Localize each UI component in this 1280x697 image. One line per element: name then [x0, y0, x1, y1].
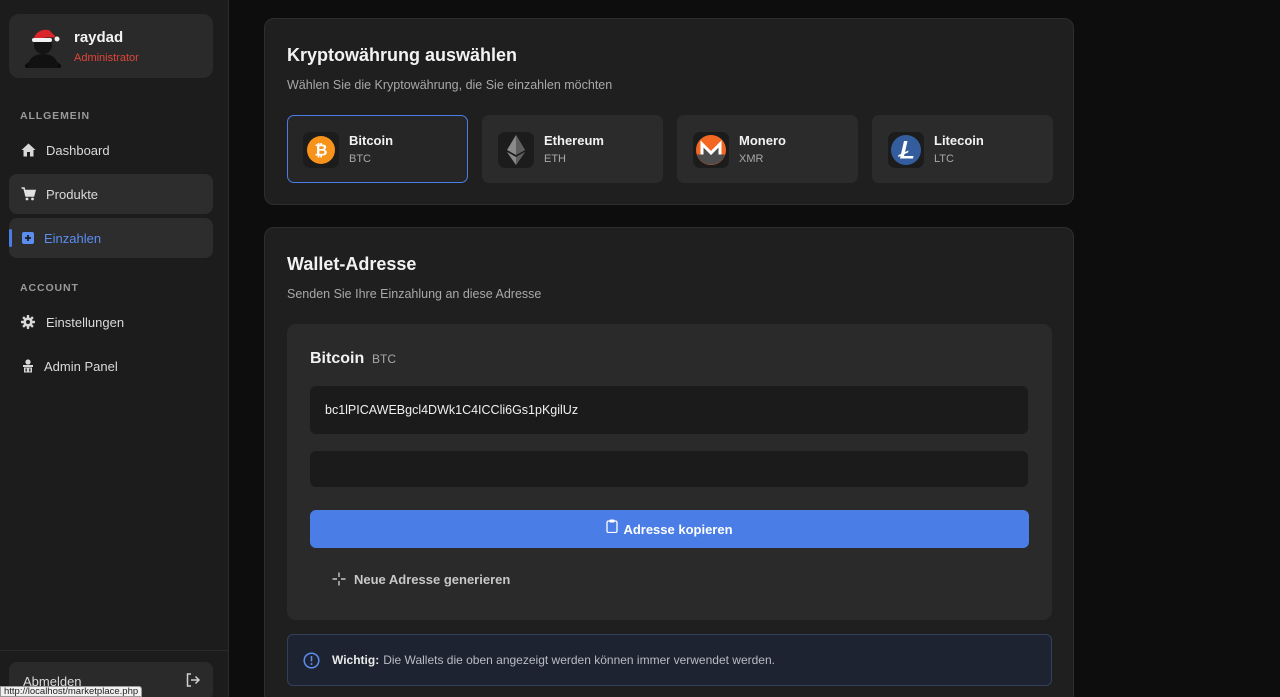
generate-address-button[interactable]: Neue Adresse generieren [332, 570, 510, 588]
status-bar-url: http://localhost/marketplace.php [0, 686, 143, 697]
wallet-title: Wallet-Adresse [287, 254, 417, 274]
sidebar-item-label: Einzahlen [44, 230, 102, 246]
cart-icon [19, 185, 37, 203]
section-label-account: ACCOUNT [20, 282, 79, 294]
crypto-option-monero[interactable]: Monero XMR [677, 115, 858, 183]
sidebar: raydad Administrator ALLGEMEIN Dashboard… [0, 0, 229, 697]
crypto-name: Bitcoin [349, 133, 394, 148]
sidebar-item-produkte[interactable]: Produkte [9, 174, 213, 214]
logout-icon [186, 673, 201, 687]
sidebar-item-label: Dashboard [46, 142, 110, 158]
litecoin-icon [888, 132, 924, 168]
admin-icon [19, 357, 37, 375]
plus-square-icon [19, 229, 37, 247]
user-name: raydad [74, 29, 124, 46]
notice-text: Die Wallets die oben angezeigt werden kö… [383, 653, 775, 667]
sparkle-icon [332, 572, 346, 586]
user-profile-card[interactable]: raydad Administrator [9, 14, 213, 78]
bitcoin-icon: ₿ [303, 132, 339, 168]
generate-address-label: Neue Adresse generieren [354, 571, 511, 587]
wallet-subtitle: Senden Sie Ihre Einzahlung an diese Adre… [287, 287, 542, 301]
important-notice: Wichtig: Die Wallets die oben angezeigt … [287, 634, 1052, 686]
avatar [25, 29, 61, 68]
qr-placeholder [310, 451, 1028, 487]
crypto-option-litecoin[interactable]: Litecoin LTC [872, 115, 1053, 183]
wallet-address-panel: Bitcoin BTC bc1lPICAWEBgcl4DWk1C4ICCli6G… [287, 324, 1052, 620]
gear-icon [19, 313, 37, 331]
crypto-symbol: BTC [349, 153, 371, 165]
crypto-select-card: Kryptowährung auswählen Wählen Sie die K… [264, 18, 1074, 205]
sidebar-item-label: Einstellungen [46, 314, 125, 330]
sidebar-item-label: Admin Panel [44, 358, 118, 374]
copy-address-button[interactable]: Adresse kopieren [310, 510, 1029, 548]
user-role: Administrator [74, 52, 139, 64]
svg-text:₿: ₿ [314, 141, 327, 160]
section-label-general: ALLGEMEIN [20, 110, 90, 122]
crypto-name: Ethereum [544, 133, 604, 148]
sidebar-item-einzahlen[interactable]: Einzahlen [9, 218, 213, 258]
sidebar-item-dashboard[interactable]: Dashboard [9, 130, 213, 170]
ethereum-icon [498, 132, 534, 168]
clipboard-icon [606, 519, 619, 533]
crypto-symbol: XMR [739, 153, 764, 165]
wallet-coin-symbol: BTC [372, 352, 396, 366]
sidebar-item-admin-panel[interactable]: Admin Panel [9, 346, 213, 386]
notice-label: Wichtig: [332, 653, 380, 667]
info-icon [303, 651, 320, 669]
monero-icon [693, 132, 729, 168]
crypto-select-title: Kryptowährung auswählen [287, 45, 518, 65]
wallet-coin-name: Bitcoin [310, 350, 365, 367]
crypto-select-subtitle: Wählen Sie die Kryptowährung, die Sie ei… [287, 78, 613, 92]
copy-address-label: Adresse kopieren [623, 521, 733, 537]
app-root: raydad Administrator ALLGEMEIN Dashboard… [0, 0, 1280, 697]
crypto-option-bitcoin[interactable]: ₿ Bitcoin BTC [287, 115, 468, 183]
crypto-name: Monero [739, 133, 786, 148]
crypto-name: Litecoin [934, 133, 984, 148]
sidebar-item-label: Produkte [46, 186, 99, 202]
crypto-symbol: LTC [934, 153, 954, 165]
crypto-option-ethereum[interactable]: Ethereum ETH [482, 115, 663, 183]
sidebar-item-einstellungen[interactable]: Einstellungen [9, 302, 213, 342]
crypto-symbol: ETH [544, 153, 566, 165]
wallet-card: Wallet-Adresse Senden Sie Ihre Einzahlun… [264, 227, 1074, 697]
home-icon [19, 141, 37, 159]
wallet-address-field[interactable]: bc1lPICAWEBgcl4DWk1C4ICCli6Gs1pKgilUz [310, 386, 1028, 434]
